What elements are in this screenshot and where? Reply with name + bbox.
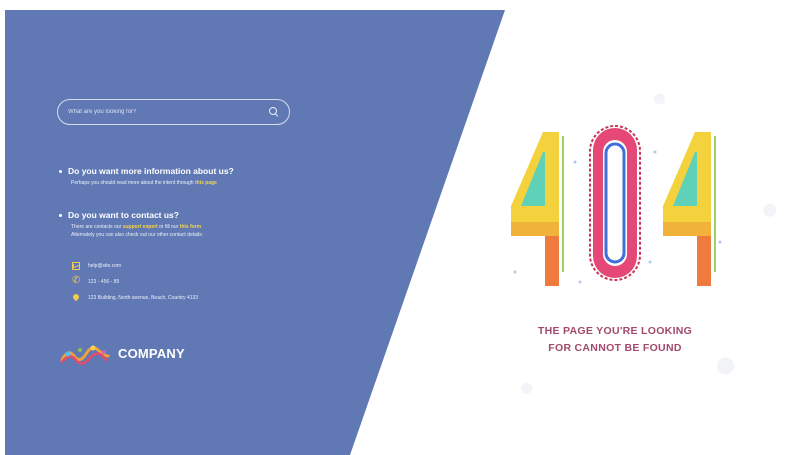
digit-zero [589,125,641,281]
this-page-link[interactable]: this page [195,180,217,186]
search-icon[interactable] [269,107,279,117]
bullet-dot [59,169,62,173]
digit-four-right [663,132,716,286]
contact-address: 123 Building, North avenue, Beach, Count… [88,295,199,301]
contact-section: Do you want to contact us? There are con… [59,210,203,239]
error-message-line2: FOR CANNOT BE FOUND [548,342,682,354]
error-message: THE PAGE YOU'RE LOOKING FOR CANNOT BE FO… [505,323,725,357]
contact-text: There are contacts our support expert or… [71,223,203,239]
mail-icon [72,262,80,270]
digit-four-left [511,132,564,286]
error-404-illustration [511,125,722,286]
bullet-dot [59,213,62,217]
contact-phone-row: 123 - 456 - 89 [72,275,119,286]
support-expert-link[interactable]: support expert [123,224,158,230]
search-box[interactable] [57,99,290,125]
contact-phone[interactable]: 123 - 456 - 89 [88,279,119,285]
contact-email[interactable]: help@site.com [88,263,121,269]
contact-address-row: 123 Building, North avenue, Beach, Count… [72,294,198,302]
more-info-title: Do you want more information about us? [68,166,234,176]
location-pin-icon [72,294,80,302]
contact-body-line2: Alternately you can also check out our o… [71,232,204,238]
contact-title: Do you want to contact us? [68,210,179,220]
more-info-heading: Do you want more information about us? [59,166,234,176]
more-info-text: Perhaps you should read more about the i… [71,179,234,187]
contact-body-mid: or fill our [157,224,180,230]
contact-email-row: help@site.com [72,262,121,270]
this-form-link[interactable]: this form [180,224,201,230]
phone-icon [72,275,80,286]
page-frame: Do you want more information about us? P… [0,0,792,455]
error-message-line1: THE PAGE YOU'RE LOOKING [537,325,693,337]
more-info-section: Do you want more information about us? P… [59,166,234,187]
contact-body-start: There are contacts our [71,224,123,230]
company-logo-icon[interactable] [60,340,110,368]
more-info-body: Perhaps you should read more about the i… [71,180,195,186]
company-name[interactable]: COMPANY [118,346,185,361]
search-input[interactable] [68,109,269,115]
contact-heading: Do you want to contact us? [59,210,203,220]
